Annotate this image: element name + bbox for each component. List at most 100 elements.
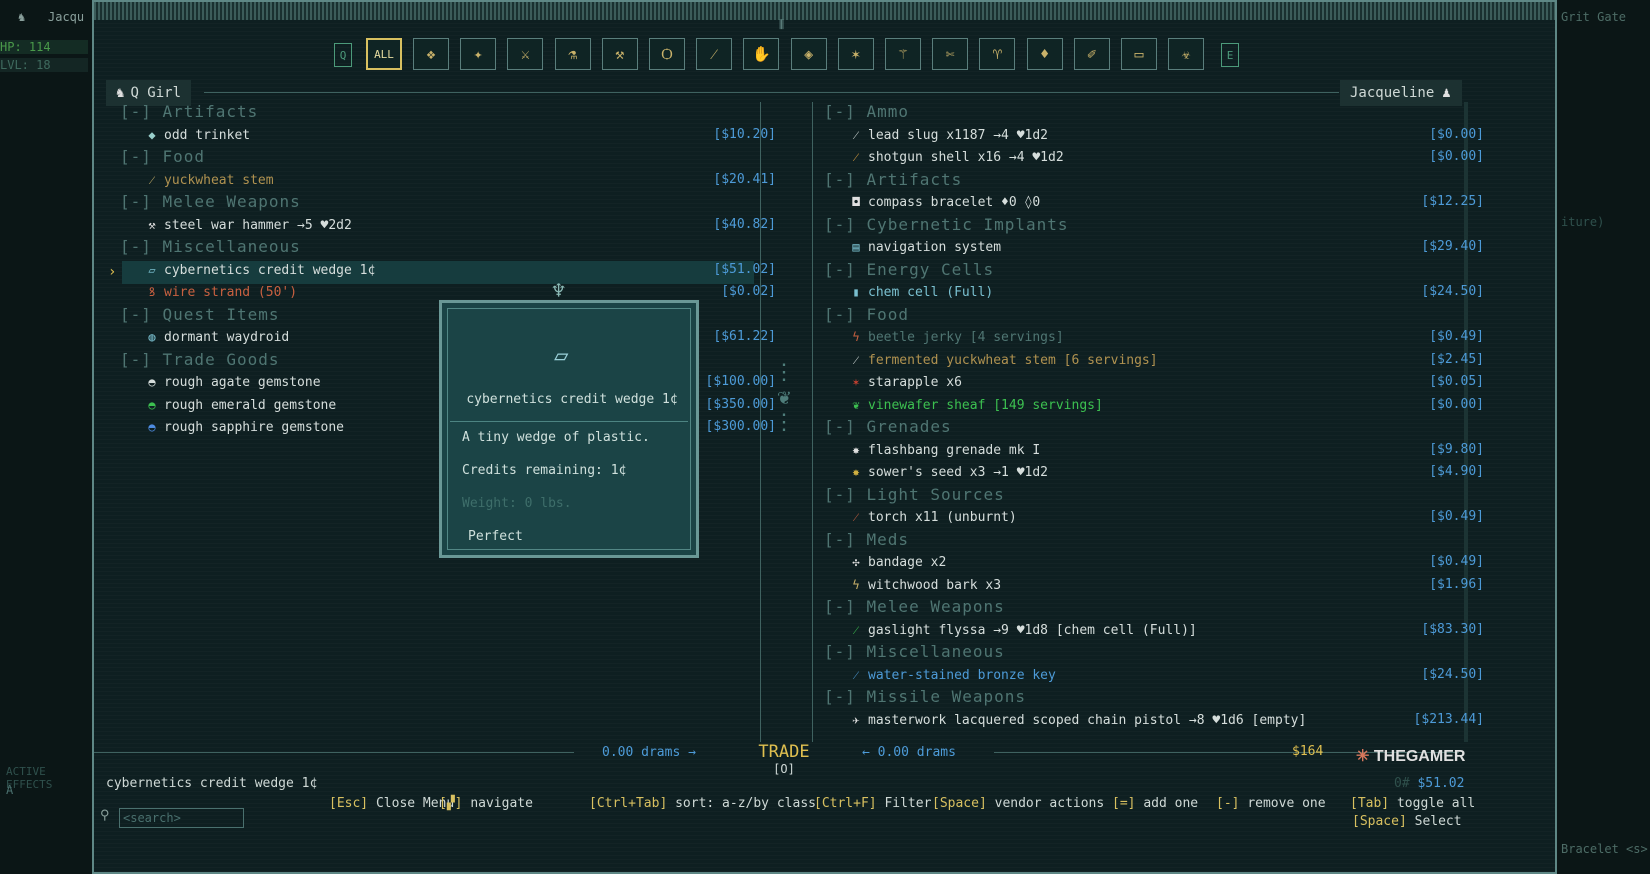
filter-category-icon-8[interactable]: ✋ <box>743 38 780 70</box>
item-name: shotgun shell x16 →4 ♥1d2 <box>868 150 1064 165</box>
category-label: [-] Food <box>120 147 206 166</box>
filter-category-icon-17[interactable]: ☣ <box>1168 38 1205 70</box>
hint-3[interactable]: [Ctrl+Tab] sort: a-z/by class <box>589 796 816 811</box>
item-icon: ⁄ <box>854 510 857 524</box>
item-name: navigation system <box>868 240 1002 255</box>
right-item-row[interactable]: ▮ chem cell (Full) [$24.50] <box>824 280 1484 304</box>
right-item-row[interactable]: ✈ masterwork lacquered scoped chain pisto… <box>824 708 1484 732</box>
filter-category-icon-11[interactable]: ⚚ <box>885 38 921 70</box>
right-item-row[interactable]: ϟ witchwood bark x3 [$1.96] <box>824 573 1484 597</box>
right-category-header[interactable]: [-] Food <box>824 303 1460 327</box>
right-item-row[interactable]: ϟ beetle jerky [4 servings] [$0.49] <box>824 325 1484 349</box>
hint-5[interactable]: [Space] vendor actions <box>932 796 1104 811</box>
left-item-row[interactable]: ◆ odd trinket [$10.20] <box>120 123 776 147</box>
item-icon: ✶ <box>852 375 860 389</box>
right-column-divider <box>812 102 813 742</box>
right-category-header[interactable]: [-] Ammo <box>824 100 1460 124</box>
item-name: beetle jerky [4 servings] <box>868 330 1064 345</box>
right-category-header[interactable]: [-] Light Sources <box>824 483 1460 507</box>
right-item-row[interactable]: ✸ flashbang grenade mk I [$9.80] <box>824 438 1484 462</box>
right-item-row[interactable]: ⁄ shotgun shell x16 →4 ♥1d2 [$0.00] <box>824 145 1484 169</box>
right-category-header[interactable]: [-] Melee Weapons <box>824 595 1460 619</box>
right-item-row[interactable]: ✸ sower's seed x3 →1 ♥1d2 [$4.90] <box>824 460 1484 484</box>
right-item-row[interactable]: ⁄ torch x11 (unburnt) [$0.49] <box>824 505 1484 529</box>
hint-4[interactable]: [Ctrl+F] Filter <box>814 796 931 811</box>
filter-category-icon-1[interactable]: ❖ <box>413 38 449 70</box>
hint-6[interactable]: [=] add one <box>1112 796 1198 811</box>
right-item-row[interactable]: ✣ bandage x2 [$0.49] <box>824 550 1484 574</box>
item-price: [$0.00] <box>1429 396 1484 412</box>
tooltip-weight: Weight: 0 lbs. <box>462 496 572 511</box>
filter-category-icon-15[interactable]: ✐ <box>1073 38 1110 70</box>
character-icon: ♞ <box>18 10 26 24</box>
right-item-row[interactable]: ⁄ fermented yuckwheat stem [6 servings] [$… <box>824 348 1484 372</box>
right-category-header[interactable]: [-] Missile Weapons <box>824 685 1460 709</box>
filter-category-icon-9[interactable]: ◈ <box>790 38 827 70</box>
right-category-header[interactable]: [-] Meds <box>824 528 1460 552</box>
right-item-row[interactable]: ▤ navigation system [$29.40] <box>824 235 1484 259</box>
left-item-row[interactable]: ▱ cybernetics credit wedge 1¢ [$51.02] <box>120 258 776 282</box>
category-label: [-] Missile Weapons <box>824 687 1027 706</box>
tooltip-title: cybernetics credit wedge 1¢ <box>466 392 678 407</box>
filter-category-icon-2[interactable]: ✦ <box>460 38 497 70</box>
filter-category-icon-12[interactable]: ✄ <box>932 38 969 70</box>
right-item-row[interactable]: ⁄ gaslight flyssa →9 ♥1d8 [chem cell (Ful… <box>824 618 1484 642</box>
filter-category-icon-4[interactable]: ⚗ <box>554 38 591 70</box>
right-category-header[interactable]: [-] Energy Cells <box>824 258 1460 282</box>
filter-category-icon-14[interactable]: ♦ <box>1026 38 1063 70</box>
watermark-part-a: THE <box>1373 748 1406 765</box>
right-category-header[interactable]: [-] Miscellaneous <box>824 640 1460 664</box>
right-category-header[interactable]: [-] Artifacts <box>824 168 1460 192</box>
item-icon: ⁄ <box>854 622 857 637</box>
hint-7[interactable]: [-] remove one <box>1216 796 1326 811</box>
item-name: torch x11 (unburnt) <box>868 510 1017 525</box>
filter-prev-key[interactable]: Q <box>334 43 352 67</box>
bg-snippet-2: Bracelet <s> <box>1561 842 1648 856</box>
filter-next-key[interactable]: E <box>1221 43 1239 67</box>
tooltip-description: A tiny wedge of plastic. <box>462 430 650 445</box>
search-input[interactable]: <search> <box>119 808 244 828</box>
right-item-row[interactable]: ✶ starapple x6 [$0.05] <box>824 370 1484 394</box>
hint-2[interactable]: [▞] navigate <box>439 796 533 811</box>
item-icon: ◍ <box>148 330 156 344</box>
left-category-header[interactable]: [-] Artifacts <box>120 100 752 124</box>
filter-category-icon-6[interactable]: Ѻ <box>649 38 685 70</box>
left-category-header[interactable]: [-] Miscellaneous <box>120 235 752 259</box>
right-item-row[interactable]: ⁄ water-stained bronze key [$24.50] <box>824 663 1484 687</box>
select-hint[interactable]: [Space] Select <box>1352 814 1462 829</box>
right-item-row[interactable]: ◘ compass bracelet ♦0 ◊0 [$12.25] <box>824 190 1484 214</box>
item-name: rough sapphire gemstone <box>164 420 345 435</box>
item-icon: ϟ <box>852 330 860 344</box>
filter-all-button[interactable]: ALL <box>366 38 402 70</box>
bg-location: Grit Gate <box>1561 10 1627 24</box>
left-owner-name: Q Girl <box>130 85 182 101</box>
left-category-header[interactable]: [-] Food <box>120 145 752 169</box>
filter-category-icon-10[interactable]: ✶ <box>837 38 874 70</box>
filter-category-icon-5[interactable]: ⚒ <box>601 38 638 70</box>
right-category-header[interactable]: [-] Grenades <box>824 415 1460 439</box>
item-icon: ✸ <box>852 442 860 457</box>
filter-category-icon-7[interactable]: ⁄ <box>696 38 733 70</box>
item-price: [$4.90] <box>1429 464 1484 479</box>
item-icon: ⁄ <box>854 150 857 164</box>
left-category-header[interactable]: [-] Melee Weapons <box>120 190 752 214</box>
item-icon: ◓ <box>148 420 156 434</box>
category-label: [-] Ammo <box>824 102 910 121</box>
filter-category-icon-3[interactable]: ⚔ <box>507 38 544 70</box>
filter-category-icon-13[interactable]: ♈ <box>979 38 1016 70</box>
tooltip-crest-icon: ♆ <box>552 279 566 304</box>
hint-1[interactable]: [Esc] Close Menu <box>329 796 454 811</box>
left-item-row[interactable]: ⚒ steel war hammer →5 ♥2d2 [$40.82] <box>120 213 776 237</box>
right-owner-name: Jacqueline <box>1350 85 1435 101</box>
right-category-header[interactable]: [-] Cybernetic Implants <box>824 213 1460 237</box>
right-item-row[interactable]: ⁄ lead slug x1187 →4 ♥1d2 [$0.00] <box>824 123 1484 147</box>
item-icon: ◓ <box>148 397 156 412</box>
tooltip-inner-border <box>447 308 691 550</box>
left-item-row[interactable]: ⁄ yuckwheat stem [$20.41] <box>120 168 776 192</box>
right-item-row[interactable]: ❦ vinewafer sheaf [149 servings] [$0.00] <box>824 393 1484 417</box>
trade-button[interactable]: TRADE <box>754 742 814 762</box>
hint-8[interactable]: [Tab] toggle all <box>1350 796 1475 811</box>
bg-title: Jacqu <box>48 10 85 24</box>
filter-category-icon-16[interactable]: ▭ <box>1121 38 1157 70</box>
item-price: [$2.45] <box>1429 351 1484 367</box>
